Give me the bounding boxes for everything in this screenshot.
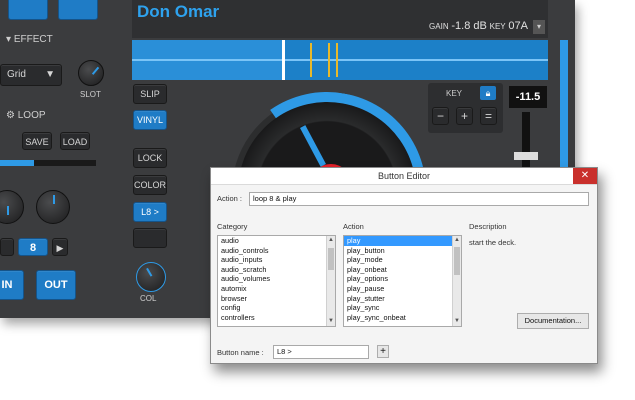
key-reset-button[interactable]: =: [480, 107, 497, 125]
key-down-button[interactable]: −: [432, 107, 449, 125]
list-item[interactable]: audio_scratch: [218, 265, 335, 275]
loop-out-button[interactable]: OUT: [36, 270, 76, 300]
button-editor-dialog: Button Editor ✕ Action : loop 8 & play C…: [210, 167, 598, 364]
effect-section-label: ▾ EFFECT: [6, 34, 53, 45]
action-header: Action: [343, 222, 364, 231]
category-list[interactable]: audio audio_controls audio_inputs audio_…: [217, 235, 336, 327]
gear-icon: ⚙: [6, 110, 18, 121]
col-label: COL: [140, 294, 157, 303]
list-item[interactable]: automix: [218, 284, 335, 294]
color-button[interactable]: COLOR: [133, 175, 167, 195]
chevron-down-icon[interactable]: ▾: [533, 20, 545, 34]
loop-load-button[interactable]: LOAD: [60, 132, 90, 150]
button-name-input[interactable]: L8 >: [273, 345, 369, 359]
chevron-down-icon: ▼: [45, 69, 55, 80]
loop-prev-button[interactable]: [0, 238, 14, 256]
transport-button[interactable]: [8, 0, 48, 20]
list-item[interactable]: play_stutter: [344, 294, 461, 304]
loop-knob[interactable]: [36, 190, 70, 224]
chevron-down-icon: ▾: [6, 34, 14, 45]
list-item[interactable]: play_button: [344, 246, 461, 256]
dialog-title: Button Editor: [377, 171, 431, 181]
scrollbar-thumb[interactable]: [328, 248, 334, 270]
track-title: Don Omar: [137, 2, 220, 21]
slot-label: SLOT: [80, 90, 101, 99]
chevron-up-icon[interactable]: ▲: [453, 236, 461, 245]
slot-knob[interactable]: [78, 60, 104, 86]
action-list[interactable]: play play_button play_mode play_onbeat p…: [343, 235, 462, 327]
dialog-titlebar: Button Editor ✕: [211, 168, 597, 185]
list-item[interactable]: play_pause: [344, 284, 461, 294]
action-input[interactable]: loop 8 & play: [249, 192, 589, 206]
description-text: start the deck.: [469, 238, 517, 247]
list-item[interactable]: audio_controls: [218, 246, 335, 256]
cue-marker[interactable]: [310, 43, 312, 77]
list-item[interactable]: play_onbeat: [344, 265, 461, 275]
list-item[interactable]: config: [218, 303, 335, 313]
list-item[interactable]: play_sync_onbeat: [344, 313, 461, 323]
loop-section-label: ⚙ LOOP: [6, 110, 46, 121]
lock-icon[interactable]: 🔒︎: [480, 86, 496, 100]
scrollbar-thumb[interactable]: [454, 247, 460, 275]
category-scrollbar[interactable]: ▲ ▼: [326, 236, 335, 326]
transport-button[interactable]: [58, 0, 98, 20]
loop-next-button[interactable]: ▶: [52, 238, 68, 256]
list-item[interactable]: audio_volumes: [218, 274, 335, 284]
cue-marker[interactable]: [336, 43, 338, 77]
list-item[interactable]: controllers: [218, 313, 335, 323]
list-item[interactable]: browser: [218, 294, 335, 304]
description-header: Description: [469, 222, 507, 231]
lock-button[interactable]: LOCK: [133, 148, 167, 168]
key-up-button[interactable]: +: [456, 107, 473, 125]
effect-select[interactable]: Grid ▼: [0, 64, 62, 86]
pitch-slider-handle[interactable]: [514, 152, 538, 160]
color-knob[interactable]: [136, 262, 166, 292]
list-item[interactable]: play_mode: [344, 255, 461, 265]
vinyl-button[interactable]: VINYL: [133, 110, 167, 130]
loop-save-button[interactable]: SAVE: [22, 132, 52, 150]
chevron-up-icon[interactable]: ▲: [327, 236, 335, 245]
cue-marker[interactable]: [328, 43, 330, 77]
list-item-selected[interactable]: play: [344, 236, 461, 246]
list-item[interactable]: audio: [218, 236, 335, 246]
empty-custom-button[interactable]: [133, 228, 167, 248]
add-button[interactable]: +: [377, 345, 389, 358]
track-header: Don Omar GAIN -1.8 dB KEY 07A ▾: [132, 0, 548, 38]
key-panel-label: KEY: [446, 89, 463, 98]
chevron-down-icon[interactable]: ▼: [453, 317, 461, 326]
track-meta: GAIN -1.8 dB KEY 07A: [429, 20, 528, 32]
chevron-down-icon[interactable]: ▼: [327, 317, 335, 326]
category-header: Category: [217, 222, 248, 231]
pitch-display: -11.5: [509, 86, 547, 108]
button-name-label: Button name :: [217, 348, 264, 357]
loop-size-display[interactable]: 8: [18, 238, 48, 256]
effect-select-value: Grid: [7, 69, 26, 80]
list-item[interactable]: play_sync: [344, 303, 461, 313]
slip-button[interactable]: SLIP: [133, 84, 167, 104]
loop-in-button[interactable]: IN: [0, 270, 24, 300]
loop-progress-track: [0, 160, 96, 166]
key-panel: KEY 🔒︎ − + =: [428, 83, 503, 133]
waveform[interactable]: [132, 40, 548, 80]
custom-l8-button[interactable]: L8 >: [133, 202, 167, 222]
list-item[interactable]: play_options: [344, 274, 461, 284]
action-scrollbar[interactable]: ▲ ▼: [452, 236, 461, 326]
playhead: [282, 40, 285, 80]
documentation-button[interactable]: Documentation...: [517, 313, 589, 329]
action-label: Action :: [217, 194, 243, 203]
loop-progress-fill: [0, 160, 34, 166]
list-item[interactable]: audio_inputs: [218, 255, 335, 265]
waveform-center-line: [132, 59, 548, 61]
close-icon[interactable]: ✕: [573, 168, 597, 184]
play-icon: ▶: [56, 243, 64, 253]
loop-knob[interactable]: [0, 190, 24, 224]
